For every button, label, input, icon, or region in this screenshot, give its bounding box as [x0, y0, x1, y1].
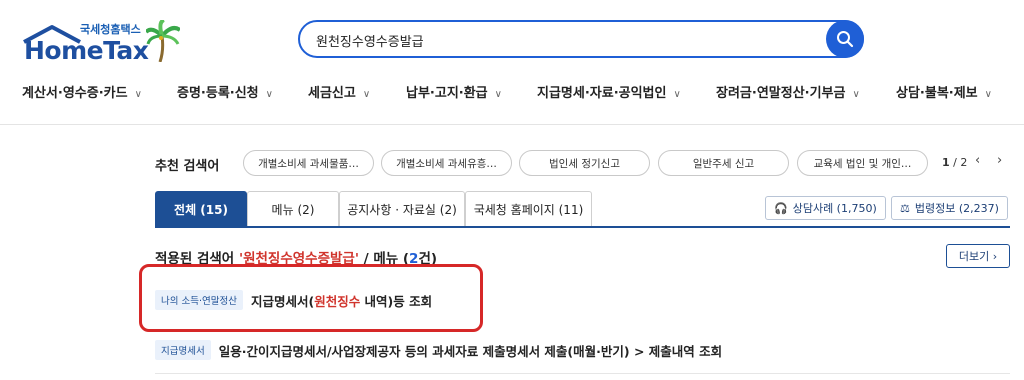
recommended-pager: 1 / 2 — [942, 156, 967, 169]
search-bar — [298, 20, 864, 58]
recommended-chip[interactable]: 개별소비세 과세유흥… — [381, 150, 512, 176]
nav-item-label: 상담·불복·제보 — [896, 86, 978, 101]
nav-item-label: 납부·고지·환급 — [406, 86, 488, 101]
header-divider — [0, 124, 1024, 125]
nav-item-payment[interactable]: 납부·고지·환급 ∨ — [406, 82, 502, 101]
search-input[interactable] — [316, 30, 796, 50]
nav-item-incentive[interactable]: 장려금·연말정산·기부금 ∨ — [716, 82, 860, 101]
consult-cases-label: 상담사례 (1,750) — [792, 202, 877, 215]
nav-item-label: 지급명세·자료·공익법인 — [537, 86, 667, 101]
chevron-down-icon: ∨ — [852, 89, 860, 100]
law-info-label: 법령정보 (2,237) — [914, 202, 999, 215]
nav-item-label: 장려금·연말정산·기부금 — [716, 86, 846, 101]
chevron-right-icon[interactable]: › — [997, 153, 1002, 168]
chevron-right-icon: › — [992, 249, 998, 263]
result-link[interactable]: 일용·간이지급명세서/사업장제공자 등의 과세자료 제출명세서 제출(매월·반기… — [219, 341, 722, 360]
chevron-down-icon: ∨ — [673, 89, 681, 100]
recommended-chip[interactable]: 일반주세 신고 — [658, 150, 789, 176]
list-item: 지급명세서 일용·간이지급명세서/사업장제공자 등의 과세자료 제출명세서 제출… — [155, 339, 722, 361]
tab-underline — [155, 226, 1010, 228]
recommended-label: 추천 검색어 — [155, 159, 220, 174]
nav-item-invoice[interactable]: 계산서·영수증·카드 ∨ — [22, 82, 142, 101]
palm-tree-icon — [146, 20, 180, 62]
chevron-left-icon[interactable]: ‹ — [975, 153, 980, 168]
hometax-logo[interactable]: 국세청홈택스 HomeTax — [22, 20, 182, 65]
more-label: 더보기 — [958, 250, 990, 263]
nav-item-consult[interactable]: 상담·불복·제보 ∨ — [896, 82, 992, 101]
consult-cases-button[interactable]: 🎧 상담사례 (1,750) — [765, 196, 886, 220]
pager-total: / 2 — [953, 156, 968, 169]
tab-all[interactable]: 전체 (15) — [155, 191, 247, 227]
tab-menu[interactable]: 메뉴 (2) — [247, 191, 339, 227]
tab-notice[interactable]: 공지사항 · 자료실 (2) — [339, 191, 465, 227]
annotation-highlight-box — [139, 264, 483, 332]
recommended-chip[interactable]: 법인세 정기신고 — [519, 150, 650, 176]
nav-item-statement[interactable]: 지급명세·자료·공익법인 ∨ — [537, 82, 681, 101]
law-info-button[interactable]: ⚖ 법령정보 (2,237) — [891, 196, 1008, 220]
nav-item-label: 세금신고 — [308, 86, 356, 101]
chevron-down-icon: ∨ — [984, 89, 992, 100]
gavel-icon: ⚖ — [900, 201, 910, 215]
headset-icon: 🎧 — [774, 201, 788, 215]
chevron-down-icon: ∨ — [265, 89, 273, 100]
recommended-chip[interactable]: 교육세 법인 및 개인… — [797, 150, 928, 176]
search-icon — [837, 31, 854, 48]
search-button[interactable] — [826, 20, 864, 58]
global-nav: 계산서·영수증·카드 ∨ 증명·등록·신청 ∨ 세금신고 ∨ 납부·고지·환급 ∨ 지급… — [0, 82, 1024, 101]
nav-item-tax-report[interactable]: 세금신고 ∨ — [308, 82, 370, 101]
nav-item-label: 증명·등록·신청 — [177, 86, 259, 101]
list-divider — [155, 373, 1010, 374]
tab-nts-homepage[interactable]: 국세청 홈페이지 (11) — [465, 191, 592, 227]
nav-item-label: 계산서·영수증·카드 — [22, 86, 128, 101]
recommended-chip[interactable]: 개별소비세 과세물품… — [243, 150, 374, 176]
chevron-down-icon: ∨ — [494, 89, 502, 100]
result-category-tag: 지급명세서 — [155, 340, 211, 360]
nav-item-certificate[interactable]: 증명·등록·신청 ∨ — [177, 82, 273, 101]
logo-subtitle: 국세청홈택스 — [80, 23, 141, 36]
chevron-down-icon: ∨ — [362, 89, 371, 100]
more-button[interactable]: 더보기 › — [946, 244, 1010, 268]
logo-title: HomeTax — [24, 36, 149, 65]
pager-current: 1 — [942, 156, 950, 169]
chevron-down-icon: ∨ — [134, 89, 142, 100]
